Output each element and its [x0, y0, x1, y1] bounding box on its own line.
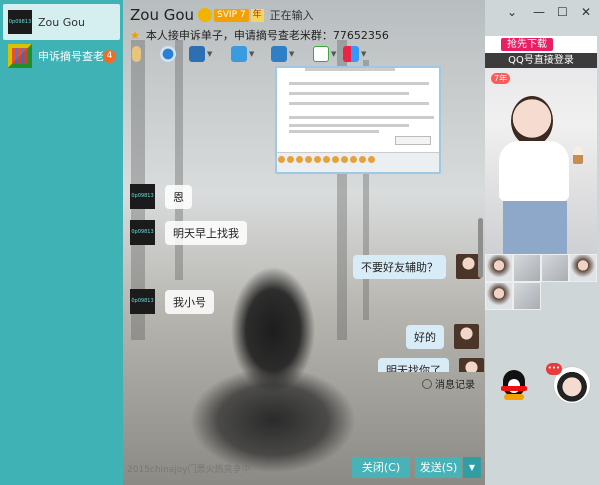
chat-icon: [313, 46, 329, 62]
apps-button[interactable]: ▼: [343, 44, 366, 64]
file-transfer-button[interactable]: ▼: [231, 44, 254, 64]
vip-badge[interactable]: SVIP 7: [214, 8, 249, 22]
star-icon: ★: [130, 28, 140, 42]
avatar: 0p09813: [130, 289, 155, 314]
photo-thumbnail[interactable]: [513, 254, 541, 282]
year-badge: 年: [250, 8, 264, 22]
avatar: 0p09813: [130, 184, 155, 209]
message-bubble[interactable]: 明天找你了: [378, 358, 449, 372]
chevron-down-icon: ▼: [249, 50, 255, 58]
session-item-appeal[interactable]: 申诉摘号查老 4: [3, 38, 120, 74]
session-name: 申诉摘号查老: [38, 50, 104, 63]
chevron-down-icon: ▼: [207, 50, 213, 58]
photo-thumbnail[interactable]: [485, 282, 513, 310]
chat-toolbar: ▼ ▼ ▼ ▼ ▼: [123, 44, 485, 68]
mic-icon: [132, 46, 141, 62]
message-row: 0p09813 明天早上找我: [130, 220, 247, 245]
avatar: 0p09813: [130, 220, 155, 245]
contact-title: Zou Gou SVIP 7 年 正在输入: [130, 6, 314, 24]
photo-thumbnail[interactable]: [541, 254, 569, 282]
message-history-button[interactable]: 消息记录: [422, 376, 475, 391]
right-panel: ⌄ — ☐ ✕ 抢先下载 QQ号直接登录 7年 •••: [485, 0, 600, 485]
unread-badge: 4: [103, 50, 116, 63]
download-now-button[interactable]: 抢先下载: [501, 38, 553, 51]
message-input[interactable]: [123, 394, 485, 454]
qq-face-icon: [198, 8, 213, 22]
chat-send-button[interactable]: ▼: [313, 44, 336, 64]
photo-thumbnail[interactable]: [569, 254, 597, 282]
advertisement[interactable]: 抢先下载 QQ号直接登录 7年: [485, 36, 597, 254]
apps-icon: [343, 46, 359, 62]
chat-scrollbar[interactable]: [478, 68, 483, 376]
chat-panel: Zou Gou SVIP 7 年 正在输入 ★ 本人接申诉单子，申请摘号查老米群…: [123, 0, 485, 485]
screen-share-icon: [189, 46, 205, 62]
chevron-down-icon: ▼: [331, 50, 337, 58]
input-toolbar: 消息记录: [123, 372, 485, 394]
video-icon: [160, 46, 176, 62]
typing-status: 正在输入: [269, 9, 314, 22]
send-button[interactable]: 发送(S): [415, 457, 462, 478]
message-bubble[interactable]: 不要好友辅助？: [353, 254, 446, 279]
photo-thumbnails: [485, 254, 597, 310]
signature-text: 本人接申诉单子，申请摘号查老米群：77652356: [145, 29, 389, 42]
send-options-dropdown[interactable]: ▼: [463, 457, 481, 478]
message-row: 0p09813 我小号: [130, 289, 214, 314]
photo-thumbnail[interactable]: [485, 254, 513, 282]
remote-desktop-icon: [271, 46, 287, 62]
video-button[interactable]: [160, 44, 176, 64]
ad-model-jeans: [503, 201, 567, 254]
chat-header: Zou Gou SVIP 7 年 正在输入 ★ 本人接申诉单子，申请摘号查老米群…: [123, 0, 485, 44]
message-bubble[interactable]: 明天早上找我: [165, 220, 247, 245]
message-row: 0p09813 恩: [130, 184, 192, 209]
message-row: 明天找你了: [378, 358, 484, 372]
ice-cream-icon: [573, 146, 583, 164]
shared-screenshot[interactable]: [275, 66, 441, 174]
qq-login-banner[interactable]: QQ号直接登录: [485, 53, 597, 68]
signature: ★ 本人接申诉单子，申请摘号查老米群：77652356: [130, 27, 389, 43]
session-list: 0p09813 Zou Gou 申诉摘号查老 4: [0, 0, 123, 485]
minimize-button[interactable]: —: [533, 5, 545, 19]
year-badge: 7年: [491, 73, 511, 84]
chevron-down-icon: ▼: [289, 50, 295, 58]
maximize-button[interactable]: ☐: [557, 5, 568, 19]
session-name: Zou Gou: [38, 15, 85, 29]
avatar: 0p09813: [8, 10, 32, 34]
message-bubble[interactable]: 我小号: [165, 289, 214, 314]
close-window-button[interactable]: ✕: [581, 5, 591, 19]
contact-name[interactable]: Zou Gou: [130, 6, 194, 24]
voice-button[interactable]: [132, 44, 141, 64]
dropdown-icon[interactable]: ⌄: [507, 5, 517, 19]
history-label: 消息记录: [435, 380, 475, 391]
qq-penguin-icon[interactable]: [501, 370, 527, 400]
remote-desktop-button[interactable]: ▼: [271, 44, 294, 64]
window-controls: ⌄ — ☐ ✕: [485, 0, 600, 24]
footer-ad-link[interactable]: 2015chinajoy门票火热竞争中: [127, 462, 251, 475]
more-options-icon[interactable]: •••: [546, 363, 562, 375]
screen-share-button[interactable]: ▼: [189, 44, 212, 64]
close-button[interactable]: 关闭(C): [352, 457, 410, 478]
ad-model-body: [499, 141, 569, 201]
message-bubble[interactable]: 恩: [165, 184, 192, 209]
message-row: 好的: [406, 324, 479, 349]
avatar: [454, 324, 479, 349]
chevron-down-icon: ▼: [468, 463, 476, 472]
chevron-down-icon: ▼: [361, 50, 367, 58]
clock-icon: [422, 378, 432, 389]
avatar: [8, 44, 32, 68]
message-row: 不要好友辅助？: [353, 254, 481, 279]
session-item-zougou[interactable]: 0p09813 Zou Gou: [3, 4, 120, 40]
message-bubble[interactable]: 好的: [406, 324, 444, 349]
photo-thumbnail[interactable]: [513, 282, 541, 310]
file-transfer-icon: [231, 46, 247, 62]
ad-model-head: [511, 96, 553, 146]
scrollbar-thumb[interactable]: [478, 218, 483, 278]
